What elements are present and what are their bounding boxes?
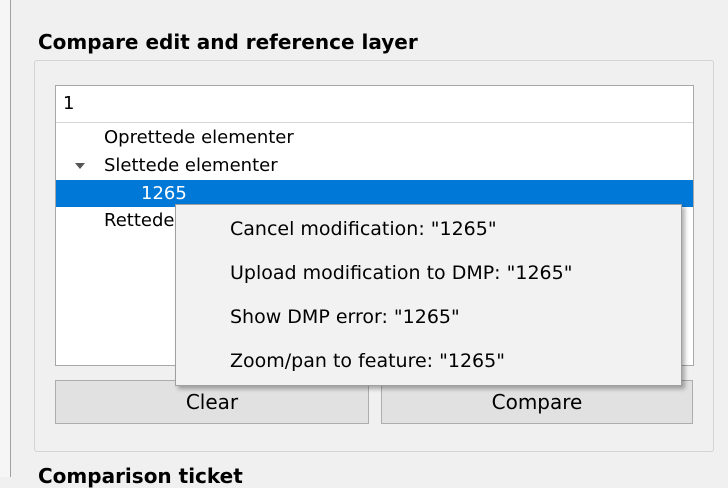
menu-item-zoom-pan[interactable]: Zoom/pan to feature: "1265" bbox=[176, 341, 681, 381]
tree-item-slettede[interactable]: Slettede elementer bbox=[56, 152, 693, 180]
clear-button[interactable]: Clear bbox=[55, 380, 369, 424]
tree-item-label: Slettede elementer bbox=[104, 155, 278, 176]
tree-column-header[interactable]: 1 bbox=[56, 86, 693, 123]
tree-item-oprettede[interactable]: Oprettede elementer bbox=[56, 124, 693, 152]
menu-item-cancel-modification[interactable]: Cancel modification: "1265" bbox=[176, 209, 681, 249]
tree-item-1265-selected[interactable]: 1265 bbox=[56, 180, 693, 207]
chevron-down-icon[interactable] bbox=[75, 163, 85, 169]
menu-item-upload-modification[interactable]: Upload modification to DMP: "1265" bbox=[176, 253, 681, 293]
next-section-title: Comparison ticket bbox=[38, 464, 243, 488]
panel-title: Compare edit and reference layer bbox=[38, 30, 418, 54]
menu-item-show-dmp-error[interactable]: Show DMP error: "1265" bbox=[176, 297, 681, 337]
tree-item-label: Oprettede elementer bbox=[104, 127, 294, 148]
compare-button[interactable]: Compare bbox=[381, 380, 693, 424]
context-menu: Cancel modification: "1265" Upload modif… bbox=[175, 204, 682, 386]
left-panel-edge bbox=[0, 0, 11, 477]
